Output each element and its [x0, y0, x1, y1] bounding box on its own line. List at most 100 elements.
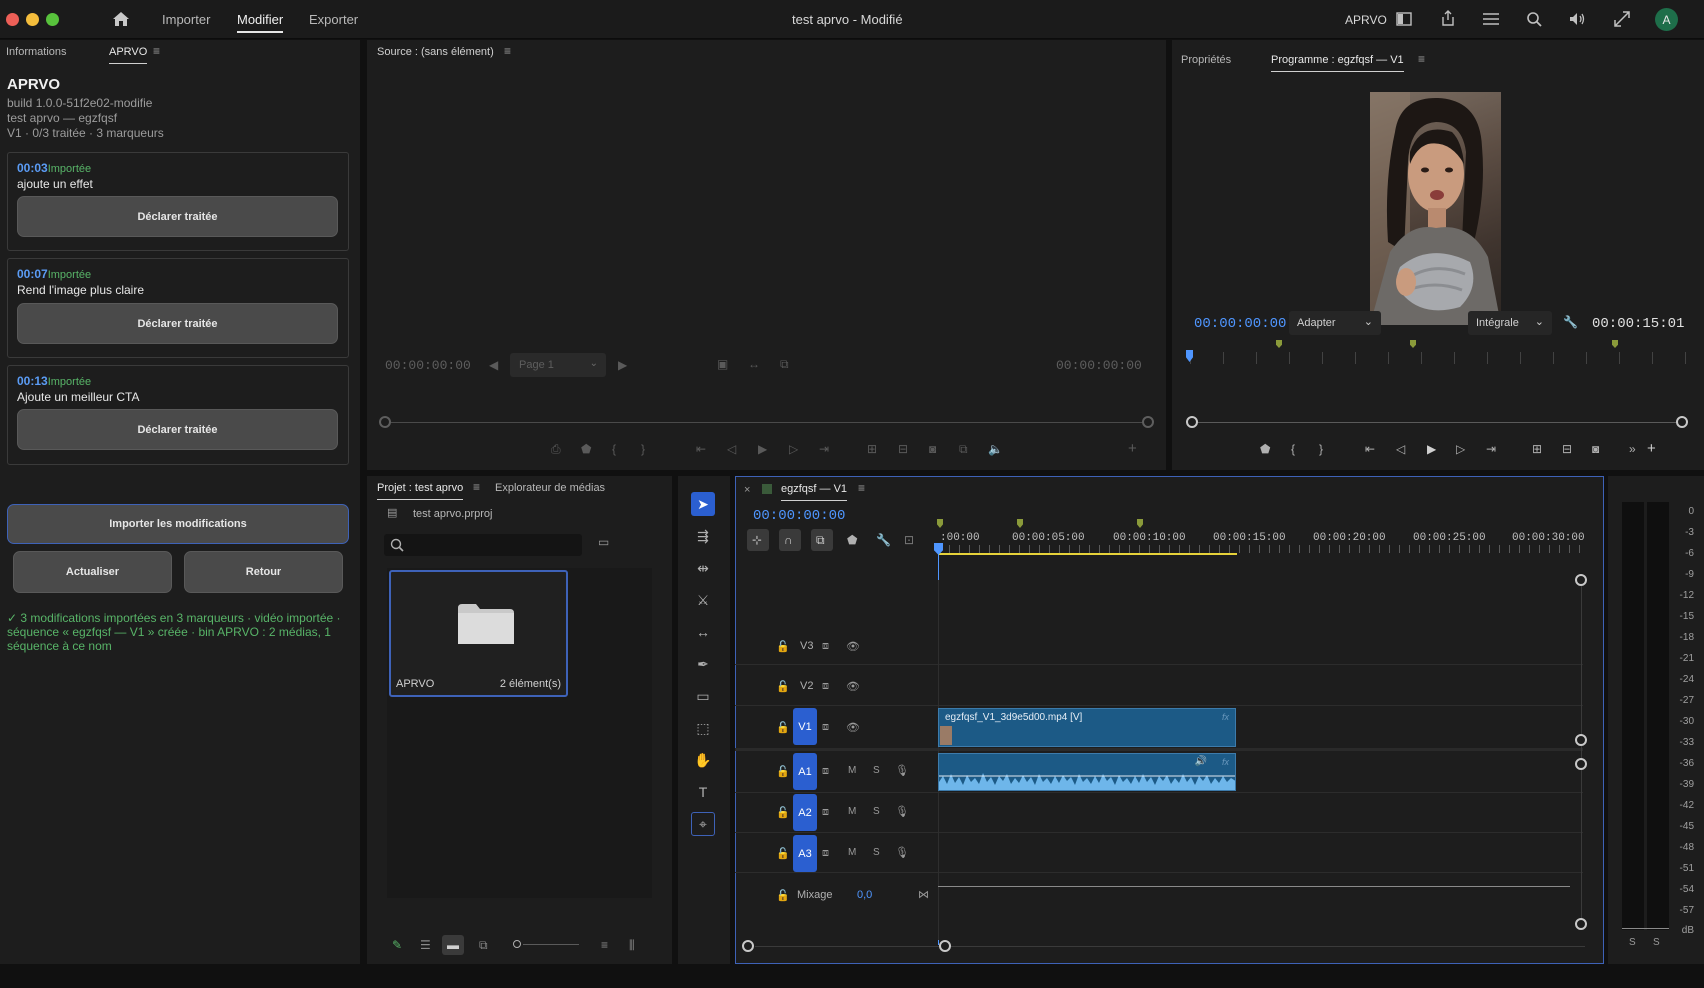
timeline-marker[interactable] — [1137, 519, 1143, 528]
tab-sequence[interactable]: egzfqsf — V1 — [781, 483, 848, 501]
source-scrub-bar[interactable] — [385, 422, 1148, 423]
insert-icon[interactable]: ⊞ — [867, 443, 877, 455]
microphone-icon[interactable]: 🎙 — [895, 846, 909, 859]
extract-icon[interactable]: ⊟ — [1562, 443, 1572, 455]
marker-icon[interactable]: ⬟ — [581, 443, 591, 455]
solo-button[interactable]: S — [873, 765, 880, 776]
mix-expand-icon[interactable]: ⋈ — [918, 888, 929, 901]
program-scrub-start-handle[interactable] — [1186, 416, 1198, 428]
microphone-icon[interactable]: 🎙 — [895, 805, 909, 818]
tab-properties[interactable]: Propriétés — [1181, 54, 1231, 66]
go-to-in-icon[interactable]: ⇤ — [1365, 443, 1375, 455]
next-page-icon[interactable]: ▶ — [618, 359, 627, 371]
program-marker[interactable] — [1276, 340, 1282, 348]
tab-project[interactable]: Projet : test aprvo — [377, 482, 464, 500]
mark-done-button[interactable]: Déclarer traitée — [17, 196, 338, 237]
type-tool-icon[interactable]: T — [691, 780, 715, 804]
sync-lock-icon[interactable]: ⧈ — [822, 721, 829, 734]
step-forward-icon[interactable]: ▷ — [789, 443, 798, 455]
nav-import[interactable]: Importer — [162, 12, 210, 27]
program-marker[interactable] — [1410, 340, 1416, 348]
mark-done-button[interactable]: Déclarer traitée — [17, 409, 338, 450]
sync-lock-icon[interactable]: ⧈ — [822, 680, 829, 693]
zoom-window-button[interactable] — [46, 13, 59, 26]
audio-clip[interactable]: fx 🔊 — [938, 753, 1236, 791]
program-ruler[interactable] — [1190, 352, 1690, 364]
lift-icon[interactable]: ⊞ — [1532, 443, 1542, 455]
clip-fx-badge[interactable]: fx — [1222, 712, 1229, 722]
go-to-out-icon[interactable]: ⇥ — [1486, 443, 1496, 455]
safe-margins-icon[interactable]: ▣ — [717, 358, 728, 370]
new-bin-icon[interactable]: ▭ — [598, 536, 609, 548]
compare-icon[interactable]: ⧉ — [780, 358, 789, 370]
list-view-icon[interactable]: ☰ — [420, 939, 431, 951]
meter-solo-right[interactable]: S — [1653, 937, 1660, 948]
video-scroll-top-handle[interactable] — [1575, 574, 1587, 586]
more-controls-icon[interactable]: » — [1629, 443, 1636, 455]
zoom-select-tool-icon[interactable]: ⬚ — [691, 716, 715, 740]
program-timecode[interactable]: 00:00:00:00 — [1194, 316, 1286, 332]
back-button[interactable]: Retour — [184, 551, 343, 593]
panel-menu-icon[interactable]: ≡ — [153, 45, 160, 57]
overwrite-icon[interactable]: ⊟ — [898, 443, 908, 455]
panel-menu-icon[interactable]: ≡ — [858, 482, 865, 494]
step-forward-icon[interactable]: ▷ — [1456, 443, 1465, 455]
sync-lock-icon[interactable]: ⧈ — [822, 765, 829, 778]
timeline-marker[interactable] — [1017, 519, 1023, 528]
lock-icon[interactable]: 🔓 — [776, 847, 790, 860]
refresh-button[interactable]: Actualiser — [13, 551, 172, 593]
pencil-icon[interactable]: ✎ — [392, 939, 402, 951]
lock-icon[interactable]: 🔓 — [776, 806, 790, 819]
remix-tool-icon[interactable]: ⌖ — [691, 812, 715, 836]
ripple-edit-tool-icon[interactable]: ⇹ — [691, 556, 715, 580]
mark-out-icon[interactable]: } — [1319, 443, 1323, 455]
add-marker-icon[interactable]: ⬟ — [847, 534, 857, 546]
camera-icon[interactable]: ◙ — [929, 443, 936, 455]
page-select[interactable]: Page 1 ⌄ — [510, 353, 606, 377]
nav-export[interactable]: Exporter — [309, 12, 358, 27]
tab-program[interactable]: Programme : egzfqsf — V1 — [1271, 54, 1404, 72]
program-marker[interactable] — [1612, 340, 1618, 348]
minimize-window-button[interactable] — [26, 13, 39, 26]
timeline-marker[interactable] — [937, 519, 943, 528]
note-time[interactable]: 00:07 — [17, 267, 48, 281]
timeline-ruler[interactable] — [939, 545, 1589, 553]
lock-icon[interactable]: 🔓 — [776, 721, 790, 734]
import-changes-button[interactable]: Importer les modifications — [7, 504, 349, 544]
program-scrub-bar[interactable] — [1192, 422, 1682, 423]
video-clip[interactable]: egzfqsf_V1_3d9e5d00.mp4 [V] fx — [938, 708, 1236, 747]
source-timecode-in[interactable]: 00:00:00:00 — [385, 358, 471, 373]
panel-menu-icon[interactable]: ≡ — [1418, 53, 1425, 65]
sort-icon[interactable]: ≡ — [601, 939, 608, 951]
multicam-icon[interactable]: ⧉ — [959, 443, 968, 455]
eye-icon[interactable]: 👁 — [846, 721, 860, 734]
razor-tool-icon[interactable]: ⚔ — [691, 588, 715, 612]
work-area-bar[interactable] — [939, 553, 1237, 555]
automate-icon[interactable]: ⫼ — [629, 939, 635, 951]
freeform-view-icon[interactable]: ⧉ — [479, 939, 488, 951]
audio-scroll-bottom-handle[interactable] — [1575, 918, 1587, 930]
hand-tool-icon[interactable]: ✋ — [691, 748, 715, 772]
marker-icon[interactable]: ⬟ — [1260, 443, 1270, 455]
pen-tool-icon[interactable]: ✒ — [691, 652, 715, 676]
export-frame-icon[interactable]: ⎙ — [551, 443, 561, 455]
timeline-vertical-scrollbar[interactable] — [1581, 580, 1582, 920]
scroll-right-handle[interactable] — [939, 940, 951, 952]
slip-tool-icon[interactable]: ↔ — [691, 620, 715, 644]
sync-lock-icon[interactable]: ⧈ — [822, 847, 829, 860]
selection-tool-icon[interactable]: ➤ — [691, 492, 715, 516]
lock-icon[interactable]: 🔓 — [776, 765, 790, 778]
add-button-icon[interactable]: + — [1128, 441, 1137, 456]
wrench-icon[interactable]: 🔧 — [1563, 316, 1578, 328]
mix-volume-line[interactable] — [938, 886, 1570, 887]
zoom-slider[interactable] — [523, 944, 579, 945]
prev-page-icon[interactable]: ◀ — [489, 359, 498, 371]
mark-in-icon[interactable]: { — [612, 443, 616, 455]
camera-icon[interactable]: ◙ — [1592, 443, 1599, 455]
fit-width-icon[interactable]: ↔ — [748, 358, 760, 370]
go-to-in-icon[interactable]: ⇤ — [696, 443, 706, 455]
timeline-horizontal-scrollbar[interactable] — [755, 946, 1585, 947]
lock-icon[interactable]: 🔓 — [776, 680, 790, 693]
project-search-input[interactable] — [384, 534, 582, 556]
zoom-slider-handle[interactable] — [513, 940, 521, 948]
